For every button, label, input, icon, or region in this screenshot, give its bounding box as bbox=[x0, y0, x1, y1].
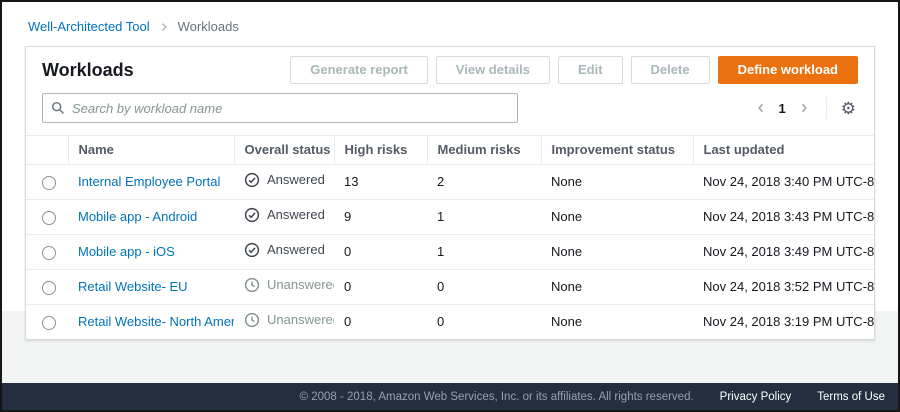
cell-select bbox=[26, 305, 68, 340]
delete-button[interactable]: Delete bbox=[631, 56, 710, 84]
define-workload-button[interactable]: Define workload bbox=[718, 56, 858, 84]
table-row[interactable]: Internal Employee Portal Answered 13 2 N… bbox=[26, 165, 874, 200]
cell-medium-risks: 1 bbox=[427, 235, 541, 270]
table-row[interactable]: Retail Website- North America Unanswered… bbox=[26, 305, 874, 340]
breadcrumb-link-well-architected-tool[interactable]: Well-Architected Tool bbox=[28, 19, 150, 34]
cell-medium-risks: 0 bbox=[427, 305, 541, 340]
status-label: Answered bbox=[267, 242, 325, 258]
cell-medium-risks: 2 bbox=[427, 165, 541, 200]
status-label: Unanswered bbox=[267, 277, 334, 293]
clock-icon bbox=[244, 312, 260, 328]
panel-header: Workloads Generate report View details E… bbox=[26, 47, 874, 91]
cell-last-updated: Nov 24, 2018 3:49 PM UTC-8 bbox=[693, 235, 874, 270]
breadcrumb: Well-Architected Tool Workloads bbox=[2, 2, 898, 46]
cell-high-risks: 0 bbox=[334, 270, 427, 305]
cell-high-risks: 0 bbox=[334, 305, 427, 340]
cell-improvement-status: None bbox=[541, 270, 693, 305]
table-row[interactable]: Mobile app - iOS Answered 0 1 None Nov 2… bbox=[26, 235, 874, 270]
col-header-overall-status[interactable]: Overall status bbox=[234, 136, 334, 165]
cell-overall-status: Answered bbox=[234, 235, 334, 270]
col-header-improvement-status[interactable]: Improvement status bbox=[541, 136, 693, 165]
workload-link[interactable]: Retail Website- EU bbox=[78, 279, 188, 294]
toolbar: Generate report View details Edit Delete… bbox=[290, 56, 858, 84]
divider bbox=[826, 97, 827, 119]
search-input[interactable] bbox=[72, 101, 509, 116]
col-header-select bbox=[26, 136, 68, 165]
workload-link[interactable]: Mobile app - Android bbox=[78, 209, 197, 224]
row-radio[interactable] bbox=[42, 176, 56, 190]
check-circle-icon bbox=[244, 242, 260, 258]
cell-improvement-status: None bbox=[541, 165, 693, 200]
cell-name: Retail Website- North America bbox=[68, 305, 234, 340]
footer: © 2008 - 2018, Amazon Web Services, Inc.… bbox=[2, 383, 898, 410]
app-window: Well-Architected Tool Workloads Workload… bbox=[0, 0, 900, 412]
workloads-panel: Workloads Generate report View details E… bbox=[25, 46, 875, 340]
cell-select bbox=[26, 270, 68, 305]
cell-improvement-status: None bbox=[541, 305, 693, 340]
chevron-right-icon bbox=[158, 21, 170, 33]
table-row[interactable]: Mobile app - Android Answered 9 1 None N… bbox=[26, 200, 874, 235]
cell-name: Internal Employee Portal bbox=[68, 165, 234, 200]
workload-link[interactable]: Mobile app - iOS bbox=[78, 244, 175, 259]
col-header-medium-risks[interactable]: Medium risks bbox=[427, 136, 541, 165]
filter-row: 1 ⚙ bbox=[26, 91, 874, 135]
cell-select bbox=[26, 165, 68, 200]
row-radio[interactable] bbox=[42, 211, 56, 225]
check-circle-icon bbox=[244, 207, 260, 223]
status-label: Unanswered bbox=[267, 312, 334, 328]
cell-high-risks: 13 bbox=[334, 165, 427, 200]
copyright-text: © 2008 - 2018, Amazon Web Services, Inc.… bbox=[300, 391, 694, 403]
workload-link[interactable]: Internal Employee Portal bbox=[78, 174, 220, 189]
table-header-row: Name Overall status High risks Medium ri… bbox=[26, 136, 874, 165]
cell-name: Mobile app - Android bbox=[68, 200, 234, 235]
table-row[interactable]: Retail Website- EU Unanswered 0 0 None N… bbox=[26, 270, 874, 305]
col-header-name[interactable]: Name bbox=[68, 136, 234, 165]
cell-last-updated: Nov 24, 2018 3:52 PM UTC-8 bbox=[693, 270, 874, 305]
status-label: Answered bbox=[267, 207, 325, 223]
row-radio[interactable] bbox=[42, 281, 56, 295]
cell-name: Retail Website- EU bbox=[68, 270, 234, 305]
cell-high-risks: 0 bbox=[334, 235, 427, 270]
generate-report-button[interactable]: Generate report bbox=[290, 56, 428, 84]
terms-of-use-link[interactable]: Terms of Use bbox=[817, 391, 885, 403]
cell-name: Mobile app - iOS bbox=[68, 235, 234, 270]
chevron-right-icon[interactable] bbox=[792, 96, 816, 120]
clock-icon bbox=[244, 277, 260, 293]
cell-medium-risks: 1 bbox=[427, 200, 541, 235]
row-radio[interactable] bbox=[42, 316, 56, 330]
cell-overall-status: Unanswered bbox=[234, 305, 334, 340]
chevron-left-icon[interactable] bbox=[749, 96, 773, 120]
workloads-table: Name Overall status High risks Medium ri… bbox=[26, 135, 874, 339]
current-page-number[interactable]: 1 bbox=[773, 101, 792, 116]
cell-overall-status: Unanswered bbox=[234, 270, 334, 305]
page-title: Workloads bbox=[42, 57, 134, 83]
col-header-high-risks[interactable]: High risks bbox=[334, 136, 427, 165]
pagination: 1 ⚙ bbox=[749, 96, 858, 120]
cell-last-updated: Nov 24, 2018 3:43 PM UTC-8 bbox=[693, 200, 874, 235]
cell-improvement-status: None bbox=[541, 200, 693, 235]
cell-last-updated: Nov 24, 2018 3:19 PM UTC-8 bbox=[693, 305, 874, 340]
cell-overall-status: Answered bbox=[234, 200, 334, 235]
cell-select bbox=[26, 235, 68, 270]
cell-medium-risks: 0 bbox=[427, 270, 541, 305]
cell-improvement-status: None bbox=[541, 235, 693, 270]
search-icon bbox=[51, 101, 65, 115]
workload-link[interactable]: Retail Website- North America bbox=[78, 314, 234, 329]
cell-high-risks: 9 bbox=[334, 200, 427, 235]
view-details-button[interactable]: View details bbox=[436, 56, 550, 84]
gear-icon[interactable]: ⚙ bbox=[839, 100, 858, 117]
breadcrumb-current-page: Workloads bbox=[178, 19, 239, 34]
edit-button[interactable]: Edit bbox=[558, 56, 623, 84]
privacy-policy-link[interactable]: Privacy Policy bbox=[720, 391, 792, 403]
cell-select bbox=[26, 200, 68, 235]
cell-last-updated: Nov 24, 2018 3:40 PM UTC-8 bbox=[693, 165, 874, 200]
row-radio[interactable] bbox=[42, 246, 56, 260]
status-label: Answered bbox=[267, 172, 325, 188]
check-circle-icon bbox=[244, 172, 260, 188]
search-box[interactable] bbox=[42, 93, 518, 123]
col-header-last-updated[interactable]: Last updated bbox=[693, 136, 874, 165]
cell-overall-status: Answered bbox=[234, 165, 334, 200]
